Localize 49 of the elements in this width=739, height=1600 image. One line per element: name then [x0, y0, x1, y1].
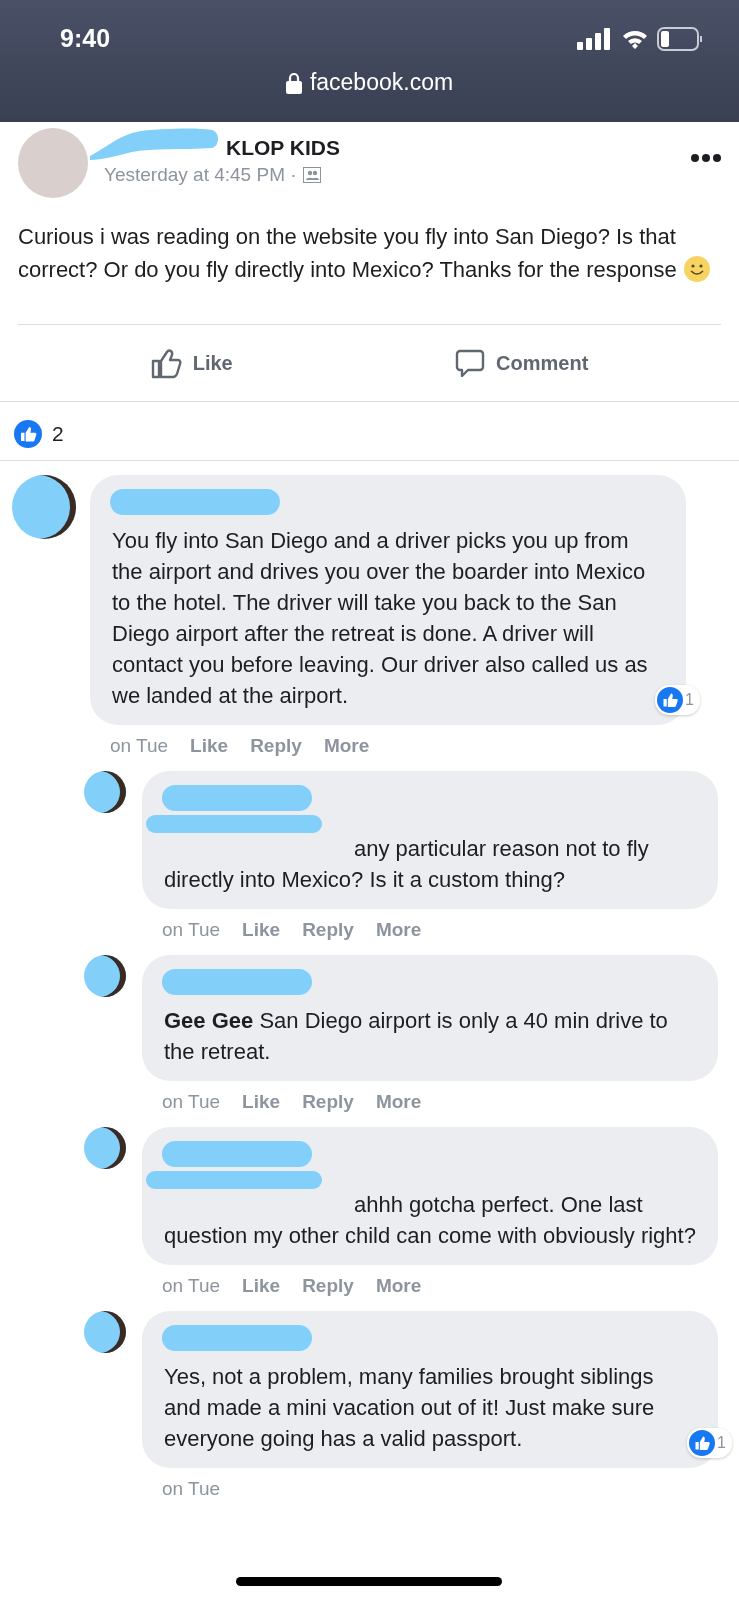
- reaction-badge[interactable]: 1: [687, 1428, 732, 1458]
- like-icon: [14, 420, 42, 448]
- comment-action-link[interactable]: Like: [190, 735, 229, 757]
- comment-time: on Tue: [162, 1478, 221, 1500]
- address-bar-url[interactable]: facebook.com: [309, 69, 454, 96]
- status-time: 9:40: [60, 24, 111, 53]
- comment-action-link[interactable]: Reply: [250, 735, 302, 757]
- comment-action-link[interactable]: Like: [242, 1091, 281, 1113]
- like-icon: [689, 1430, 716, 1456]
- comment-time: on Tue: [110, 735, 169, 757]
- reaction-count[interactable]: 2: [52, 422, 64, 446]
- comment-text: Yes, not a problem, many families brought siblings and made a mini vacation out of it! Just make sure everyone going has a valid passport.: [164, 1363, 656, 1453]
- comment-action-link[interactable]: More: [375, 1275, 422, 1297]
- comment-action-link[interactable]: Reply: [302, 1275, 354, 1297]
- comment-text: any particular reason not to fly directly into Mexico? Is it a custom thing?: [164, 835, 650, 894]
- avatar[interactable]: [84, 1127, 126, 1169]
- comment-action-link[interactable]: Like: [242, 1275, 281, 1297]
- comment-time: on Tue: [162, 919, 221, 941]
- comment-text: You fly into San Diego and a driver picks you up from the airport and drives you over the boarder into Mexico to the hotel. The driver will take you back to the San Diego airport after the retreat is done. A driver will contact you before leaving. Our driver also called us as we landed at the airport.: [112, 527, 649, 710]
- avatar[interactable]: [84, 771, 126, 813]
- comment-action-link[interactable]: More: [375, 919, 422, 941]
- comment-action-link[interactable]: Reply: [302, 919, 354, 941]
- reaction-count: 1: [685, 691, 694, 709]
- comment-action-link[interactable]: Reply: [302, 1091, 354, 1113]
- comment-action-link[interactable]: More: [323, 735, 370, 757]
- thumbs-up-icon: [150, 347, 183, 379]
- more-options-icon[interactable]: [691, 154, 721, 162]
- speech-bubble-icon: [454, 347, 487, 379]
- post-text: Curious i was reading on the website you fly into San Diego? Is that correct? Or do you fly directly into Mexico? Thanks for the response: [18, 220, 721, 286]
- like-button[interactable]: Like: [144, 346, 239, 380]
- signal-icon: [577, 27, 613, 50]
- avatar[interactable]: [84, 1311, 126, 1353]
- comment-action-link[interactable]: Like: [242, 919, 281, 941]
- like-icon: [657, 687, 684, 713]
- smiley-icon: [682, 255, 711, 283]
- comment-text: ahhh gotcha perfect. One last question my other child can come with obviously right?: [164, 1191, 696, 1250]
- comment-action-link[interactable]: More: [375, 1091, 422, 1113]
- comment-time: on Tue: [162, 1091, 221, 1113]
- reaction-badge[interactable]: 1: [655, 685, 700, 715]
- battery-icon: [657, 26, 703, 51]
- reaction-count: 1: [717, 1434, 726, 1452]
- post-timestamp[interactable]: Yesterday at 4:45 PM ·: [104, 164, 297, 186]
- audience-icon: [302, 167, 321, 183]
- comment-button[interactable]: Comment: [448, 346, 595, 380]
- comment-text: Gee Gee San Diego airport is only a 40 min drive to the retreat.: [164, 1007, 669, 1066]
- lock-icon: [285, 71, 302, 94]
- comment-time: on Tue: [162, 1275, 221, 1297]
- avatar[interactable]: [84, 955, 126, 997]
- post-author[interactable]: KLOP KIDS: [226, 136, 340, 160]
